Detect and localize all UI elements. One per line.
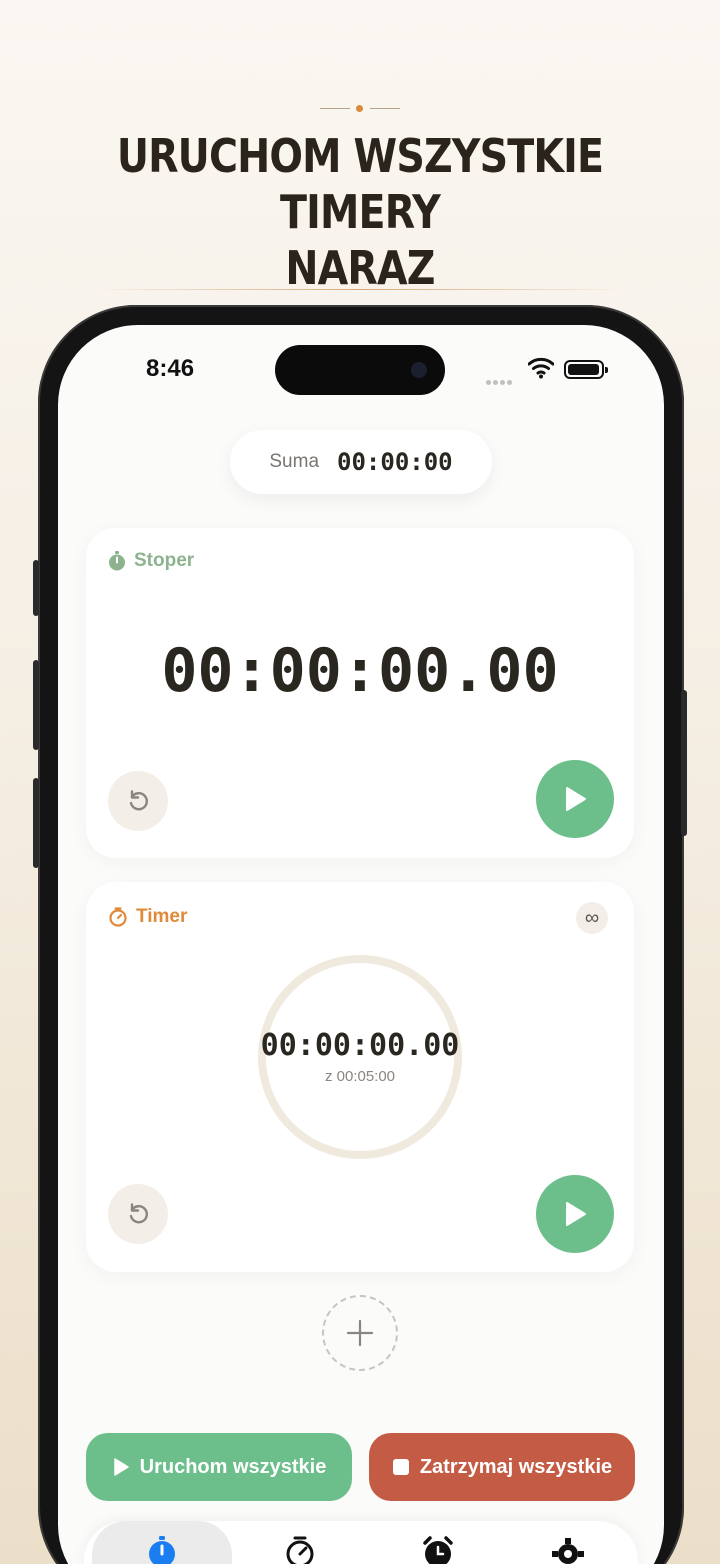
headline-line-2: NARAZ [285,241,435,295]
power-button [681,690,687,836]
sum-label: Suma [269,451,320,472]
timer-card: Timer ∞ 00:00:00.00 z 00:05:00 [86,882,634,1272]
stopwatch-card: Stoper 00:00:00.00 [86,528,634,858]
reset-icon [129,790,148,811]
run-all-label: Uruchom wszystkie [139,1455,327,1478]
tab-bar [84,1521,638,1564]
timer-time: 00:00:00.00 [260,1028,460,1063]
stopwatch-icon [109,551,125,571]
timer-total: z 00:05:00 [324,1068,396,1085]
reset-icon [129,1203,148,1224]
headline-divider [90,289,630,290]
stopwatch-card-title: Stoper [108,550,194,572]
stop-all-button[interactable]: Zatrzymaj wszystkie [369,1433,635,1501]
stopwatch-time: 00:00:00.00 [161,636,559,706]
timer-icon [286,1536,314,1564]
timer-title-label: Timer [136,906,188,927]
timer-play-button[interactable] [536,1175,614,1253]
status-time: 8:46 [146,355,195,382]
stop-all-label: Zatrzymaj wszystkie [419,1455,613,1478]
dynamic-island [275,345,445,395]
stopwatch-title-label: Stoper [134,550,195,571]
stopwatch-reset-button[interactable] [108,771,168,831]
tab-settings[interactable] [498,1521,638,1564]
tab-timer[interactable] [230,1521,370,1564]
volume-up-button [33,660,39,750]
sum-value: 00:00:00 [337,448,453,476]
stopwatch-play-button[interactable] [536,760,614,838]
signal-icon [486,372,514,390]
stop-icon [392,1459,409,1475]
promo-headline: URUCHOM WSZYSTKIE TIMERY NARAZ [50,128,669,296]
add-timer-button[interactable] [322,1295,398,1371]
alarm-clock-icon [423,1536,453,1564]
run-all-button[interactable]: Uruchom wszystkie [86,1433,352,1501]
wifi-icon [528,357,554,379]
timer-card-title: Timer [108,906,187,928]
play-icon [113,1458,129,1476]
timer-reset-button[interactable] [108,1184,168,1244]
timer-icon [109,907,127,927]
headline-line-1: URUCHOM WSZYSTKIE TIMERY [116,129,604,239]
stopwatch-icon [149,1536,175,1564]
volume-down-button [33,778,39,868]
silent-switch [33,560,39,616]
app-screen: 8:46 Suma 00:00:00 Stoper 00:00:00.00 Ti… [58,325,664,1564]
infinite-repeat-button[interactable]: ∞ [576,902,608,934]
plus-icon [346,1319,374,1347]
tab-alarm[interactable] [368,1521,508,1564]
battery-icon [564,360,608,379]
tab-stopwatch[interactable] [92,1521,232,1564]
infinity-icon: ∞ [584,906,600,929]
play-icon [566,1202,586,1226]
headline-ornament [320,103,400,115]
gear-icon [552,1538,584,1564]
play-icon [566,787,586,811]
total-sum-pill: Suma 00:00:00 [230,430,492,494]
